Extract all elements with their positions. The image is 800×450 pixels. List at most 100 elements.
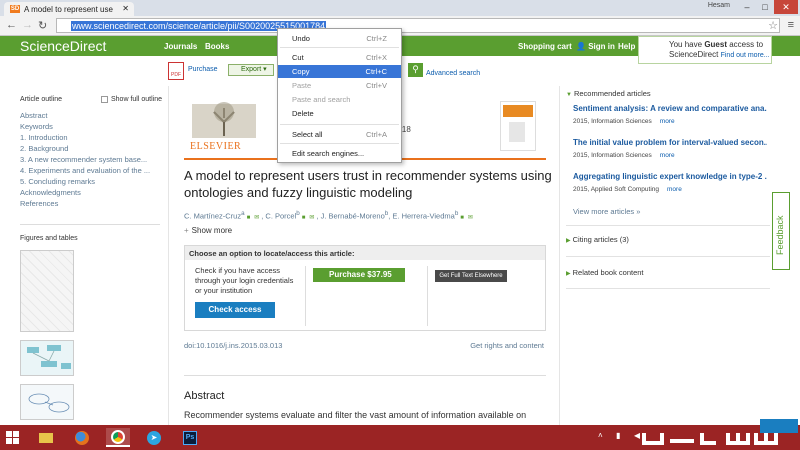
outline-item[interactable]: Keywords <box>20 122 160 133</box>
feedback-tab[interactable]: Feedback <box>772 192 790 270</box>
diagram-thumbnail-icon <box>28 393 70 413</box>
more-link[interactable]: more <box>660 152 675 159</box>
show-full-outline-label: Show full outline <box>111 96 162 103</box>
telegram-icon[interactable]: ➤ <box>142 428 166 447</box>
maximize-icon[interactable]: □ <box>756 0 774 14</box>
reload-icon[interactable]: ↻ <box>38 19 47 32</box>
menu-item-select-all[interactable]: Select all Ctrl+A <box>278 128 401 141</box>
menu-item-delete[interactable]: Delete <box>278 107 401 120</box>
menu-separator <box>280 143 399 144</box>
menu-item-label: Edit search engines... <box>292 149 365 158</box>
more-link[interactable]: more <box>660 118 675 125</box>
purchase-button[interactable]: Purchase $37.95 <box>313 268 405 282</box>
recommended-article-source: 2015, Applied Soft Computing <box>573 186 660 193</box>
bookmark-star-icon[interactable]: ☆ <box>768 19 778 32</box>
pdf-icon[interactable]: PDF <box>168 62 184 80</box>
recommended-articles-header[interactable]: ▼ Recommended articles <box>566 89 651 98</box>
nav-books[interactable]: Books <box>205 42 229 51</box>
rights-link[interactable]: Get rights and content <box>470 341 544 350</box>
outline-item[interactable]: References <box>20 199 160 210</box>
search-icon[interactable]: ⚲ <box>408 63 423 77</box>
menu-item-shortcut: Ctrl+C <box>365 67 387 76</box>
tab-close-icon[interactable]: ✕ <box>122 4 129 13</box>
advanced-search-link[interactable]: Advanced search <box>426 70 480 77</box>
browser-tab-bar: SD A model to represent use ✕ Hesam – □ … <box>0 0 800 16</box>
citing-articles-header[interactable]: ▶ Citing articles (3) <box>566 235 629 244</box>
back-arrow-icon[interactable]: ← <box>6 19 17 31</box>
author-link[interactable]: C. Porcel <box>265 212 296 221</box>
figure-thumbnail[interactable] <box>20 340 74 376</box>
recommended-article-link[interactable]: Aggregating linguistic expert knowledge … <box>573 172 767 181</box>
menu-item-edit-search-engines[interactable]: Edit search engines... <box>278 147 401 160</box>
address-bar[interactable]: www.sciencedirect.com/science/article/pi… <box>56 18 780 33</box>
author-link[interactable]: C. Martínez-Cruz <box>184 212 241 221</box>
outline-item[interactable]: 1. Introduction <box>20 133 160 144</box>
firefox-icon[interactable] <box>70 428 94 447</box>
person-icon[interactable]: ■ <box>460 215 464 221</box>
chevron-up-icon[interactable]: ˄ <box>598 431 608 441</box>
menu-item-undo[interactable]: Undo Ctrl+Z <box>278 32 401 45</box>
outline-list: Abstract Keywords 1. Introduction 2. Bac… <box>20 111 160 210</box>
context-menu: Undo Ctrl+Z Cut Ctrl+X Copy Ctrl+C Paste Ctr… <box>277 28 402 163</box>
outline-item[interactable]: 2. Background <box>20 144 160 155</box>
view-more-articles-link[interactable]: View more articles » <box>573 207 640 216</box>
find-out-more-link[interactable]: Find out more... <box>721 52 770 59</box>
plus-icon: + <box>184 226 189 235</box>
author-link[interactable]: E. Herrera-Viedma <box>392 212 454 221</box>
windows-start-icon[interactable] <box>6 431 20 445</box>
forward-arrow-icon[interactable]: → <box>22 19 33 31</box>
elsevier-tree-icon <box>192 102 256 138</box>
author-link[interactable]: J. Bernabé-Moreno <box>321 212 385 221</box>
outline-item[interactable]: 4. Experiments and evaluation of the ... <box>20 166 160 177</box>
show-full-outline-toggle[interactable]: Show full outline <box>101 96 162 103</box>
nav-help[interactable]: Help <box>618 42 635 51</box>
get-full-text-elsewhere-button[interactable]: Get Full Text Elsewhere <box>435 270 507 282</box>
check-access-button[interactable]: Check access <box>195 302 275 318</box>
more-link[interactable]: more <box>667 186 682 193</box>
divider <box>305 266 306 326</box>
close-window-icon[interactable]: ✕ <box>774 0 798 14</box>
guest-text-2: access to <box>729 40 764 49</box>
outline-item[interactable]: 5. Concluding remarks <box>20 177 160 188</box>
doi-link[interactable]: doi:10.1016/j.ins.2015.03.013 <box>184 341 282 350</box>
profile-name[interactable]: Hesam <box>708 2 730 9</box>
email-icon[interactable]: ✉ <box>254 215 259 221</box>
network-icon[interactable]: ▮ <box>616 431 626 441</box>
journal-cover-image[interactable] <box>500 101 536 151</box>
figure-thumbnail[interactable] <box>20 250 74 332</box>
person-icon[interactable]: ■ <box>247 215 251 221</box>
checkbox-icon[interactable] <box>101 96 108 103</box>
nav-journals[interactable]: Journals <box>164 42 197 51</box>
email-icon[interactable]: ✉ <box>309 215 314 221</box>
menu-item-paste-and-search[interactable]: Paste and search <box>278 93 401 106</box>
email-icon[interactable]: ✉ <box>468 215 473 221</box>
menu-item-cut[interactable]: Cut Ctrl+X <box>278 51 401 64</box>
show-more-toggle[interactable]: + Show more <box>184 226 232 235</box>
person-icon[interactable]: ■ <box>302 215 306 221</box>
photoshop-icon[interactable]: Ps <box>178 428 202 447</box>
recommended-article-link[interactable]: The initial value problem for interval-v… <box>573 138 767 147</box>
menu-item-copy[interactable]: Copy Ctrl+C <box>278 65 401 78</box>
abstract-text: Recommender systems evaluate and filter … <box>184 410 527 420</box>
sciencedirect-logo[interactable]: ScienceDirect <box>20 38 106 54</box>
outline-item[interactable]: Acknowledgments <box>20 188 160 199</box>
chrome-icon[interactable] <box>106 428 130 447</box>
browser-tab[interactable]: SD A model to represent use ✕ <box>4 2 134 16</box>
guest-text: You have <box>669 40 703 49</box>
figure-thumbnail[interactable] <box>20 384 74 420</box>
nav-sign-in[interactable]: 👤 Sign in <box>576 42 615 51</box>
outline-item[interactable]: 3. A new recommender system base... <box>20 155 160 166</box>
browser-menu-icon[interactable]: ≡ <box>788 19 794 31</box>
recommended-article-meta: 2015, Information Sciences more <box>573 118 675 125</box>
file-explorer-icon[interactable] <box>34 428 58 447</box>
outline-item[interactable]: Abstract <box>20 111 160 122</box>
elsevier-logo[interactable]: ELSEVIER <box>186 100 262 152</box>
related-book-content-header[interactable]: ▶ Related book content <box>566 268 644 277</box>
menu-item-paste[interactable]: Paste Ctrl+V <box>278 79 401 92</box>
menu-separator <box>280 124 399 125</box>
recommended-article-link[interactable]: Sentiment analysis: A review and compara… <box>573 104 767 113</box>
nav-shopping-cart[interactable]: Shopping cart <box>518 42 572 51</box>
minimize-icon[interactable]: – <box>738 0 756 14</box>
export-button[interactable]: Export ▾ <box>228 64 274 76</box>
purchase-link[interactable]: Purchase <box>188 66 218 73</box>
